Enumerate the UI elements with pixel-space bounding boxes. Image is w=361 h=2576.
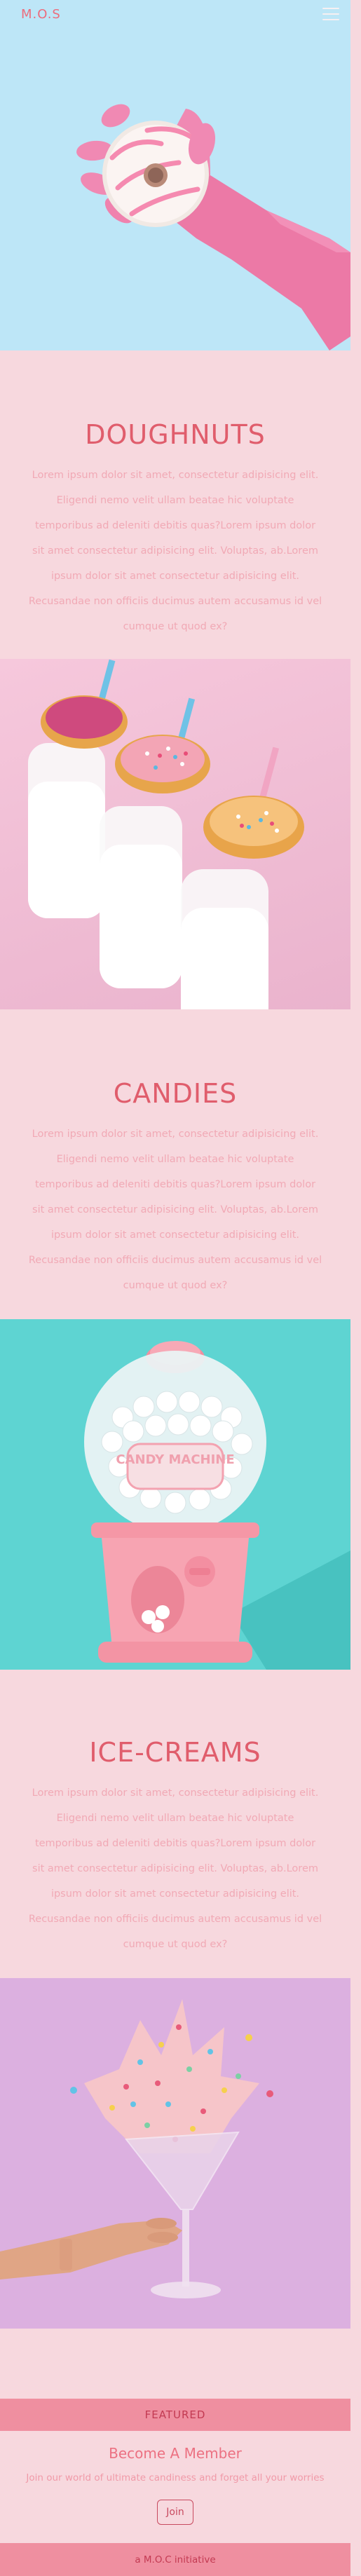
section-title: CANDIES	[113, 1078, 238, 1109]
featured-bar: FEATURED	[0, 2399, 350, 2431]
member-title: Become A Member	[109, 2445, 242, 2462]
hero-image	[0, 0, 350, 350]
join-button[interactable]: Join	[157, 2500, 193, 2525]
doughnuts-section: DOUGHNUTS Lorem ipsum dolor sit amet, co…	[0, 419, 350, 639]
section-body: Lorem ipsum dolor sit amet, consectetur …	[28, 1787, 322, 1950]
navbar: M.O.S	[0, 0, 350, 28]
doughnuts-image	[0, 659, 350, 1009]
candy-machine-image: CANDY MACHINE	[0, 1319, 350, 1670]
hamburger-menu-icon[interactable]	[322, 8, 339, 20]
initiative-text: a M.O.C initiative	[135, 2554, 216, 2565]
ice-creams-section: ICE-CREAMS Lorem ipsum dolor sit amet, c…	[0, 1737, 350, 1957]
ice-cream-glass-image	[0, 1978, 350, 2329]
section-body: Lorem ipsum dolor sit amet, consectetur …	[28, 1129, 322, 1291]
section-title: DOUGHNUTS	[85, 419, 266, 450]
candy-machine-label: CANDY MACHINE	[116, 1452, 234, 1467]
member-subtitle: Join our world of ultimate candiness and…	[26, 2472, 325, 2483]
featured-label: FEATURED	[144, 2408, 206, 2421]
section-body: Lorem ipsum dolor sit amet, consectetur …	[28, 470, 322, 632]
bottom-bar: a M.O.C initiative	[0, 2543, 350, 2576]
section-title: ICE-CREAMS	[89, 1737, 261, 1768]
brand-logo[interactable]: M.O.S	[21, 7, 61, 22]
candies-section: CANDIES Lorem ipsum dolor sit amet, cons…	[0, 1078, 350, 1298]
page: M.O.S DOUGHNUTS Lorem ipsum dolor sit am…	[0, 0, 350, 2576]
